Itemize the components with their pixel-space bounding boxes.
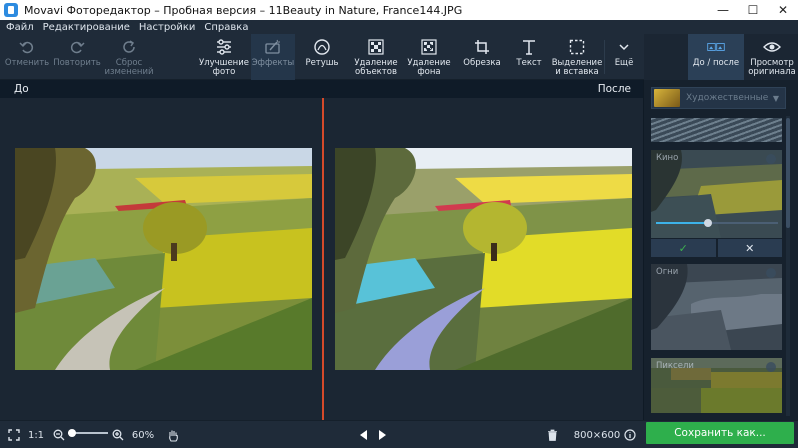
view-original-label: Просмотр оригинала bbox=[748, 58, 796, 77]
before-photo bbox=[15, 148, 312, 370]
image-dimensions: 800×600 bbox=[573, 429, 621, 441]
crop-icon bbox=[473, 38, 491, 56]
menu-settings[interactable]: Настройки bbox=[139, 22, 195, 33]
trash-icon[interactable] bbox=[544, 421, 560, 448]
text-icon bbox=[520, 38, 538, 56]
reset-icon bbox=[120, 38, 138, 56]
object-removal-button[interactable]: Удаление объектов bbox=[350, 34, 402, 80]
zoom-in-icon[interactable] bbox=[111, 421, 125, 448]
before-after-icon bbox=[707, 38, 725, 56]
object-removal-label: Удаление объектов bbox=[354, 58, 398, 77]
selection-icon bbox=[568, 38, 586, 56]
text-button[interactable]: Текст bbox=[507, 34, 551, 80]
save-as-button[interactable]: Сохранить как... bbox=[646, 422, 794, 444]
effects-label: Эффекты bbox=[251, 58, 295, 68]
effect-card-kino[interactable]: Кино bbox=[651, 150, 782, 238]
undo-icon bbox=[18, 38, 36, 56]
reset-label: Сброс изменений bbox=[104, 58, 154, 77]
more-label: Ещё bbox=[614, 58, 634, 68]
zoom-level: 60% bbox=[131, 429, 155, 441]
redo-icon bbox=[68, 38, 86, 56]
more-button[interactable]: Ещё bbox=[608, 34, 640, 80]
enhance-button[interactable]: Улучшение фото bbox=[198, 34, 250, 80]
after-label: После bbox=[597, 83, 631, 95]
minimize-button[interactable]: — bbox=[708, 0, 738, 20]
retouch-icon bbox=[313, 38, 331, 56]
close-button[interactable]: ✕ bbox=[768, 0, 798, 20]
view-mode-group: До / после Просмотр оригинала bbox=[644, 34, 798, 80]
effect-name-ogni: Огни bbox=[656, 267, 679, 277]
effects-scrollbar-thumb[interactable] bbox=[786, 118, 790, 228]
before-after-button[interactable]: До / после bbox=[688, 34, 744, 80]
magic-wand-icon bbox=[264, 38, 282, 56]
menu-bar: Файл Редактирование Настройки Справка bbox=[0, 20, 798, 34]
selection-insert-label: Выделение и вставка bbox=[551, 58, 603, 77]
compare-header: До После bbox=[0, 80, 643, 98]
sliders-icon bbox=[215, 38, 233, 56]
crop-button[interactable]: Обрезка bbox=[460, 34, 504, 80]
object-removal-icon bbox=[367, 38, 385, 56]
favorite-icon[interactable] bbox=[766, 154, 776, 164]
zoom-slider-handle[interactable] bbox=[68, 429, 76, 437]
eye-icon bbox=[763, 38, 781, 56]
before-label: До bbox=[14, 83, 29, 95]
fit-screen-icon[interactable] bbox=[4, 421, 24, 448]
maximize-button[interactable]: ☐ bbox=[738, 0, 768, 20]
previous-image-icon[interactable] bbox=[356, 421, 370, 448]
enhance-label: Улучшение фото bbox=[199, 58, 249, 77]
window-title: Movavi Фоторедактор – Пробная версия – 1… bbox=[24, 3, 463, 17]
retouch-label: Ретушь bbox=[305, 58, 339, 68]
effect-intensity-fill bbox=[656, 222, 708, 224]
effect-card-ogni[interactable]: Огни bbox=[651, 264, 782, 350]
crop-label: Обрезка bbox=[463, 58, 501, 68]
category-thumbnail bbox=[654, 89, 680, 107]
after-photo bbox=[335, 148, 632, 370]
undo-label: Отменить bbox=[4, 58, 50, 68]
hand-tool-icon[interactable] bbox=[165, 421, 181, 448]
effect-thumbnail-top[interactable] bbox=[651, 118, 782, 142]
apply-effect-button[interactable]: ✓ bbox=[651, 239, 716, 257]
app-logo-icon bbox=[4, 3, 18, 17]
text-label: Текст bbox=[516, 58, 542, 68]
zoom-out-icon[interactable] bbox=[52, 421, 66, 448]
before-after-label: До / после bbox=[692, 58, 740, 68]
chevron-down-icon bbox=[615, 38, 633, 56]
background-removal-icon bbox=[420, 38, 438, 56]
favorite-icon[interactable] bbox=[766, 362, 776, 372]
background-removal-label: Удаление фона bbox=[407, 58, 451, 77]
effect-intensity-handle[interactable] bbox=[704, 219, 712, 227]
selection-insert-button[interactable]: Выделение и вставка bbox=[552, 34, 602, 80]
retouch-button[interactable]: Ретушь bbox=[300, 34, 344, 80]
effect-name-kino: Кино bbox=[656, 153, 679, 163]
actual-size-button[interactable]: 1:1 bbox=[27, 421, 45, 448]
toolbar-separator bbox=[604, 40, 605, 74]
redo-label: Повторить bbox=[53, 58, 101, 68]
effect-category-dropdown[interactable]: Художественные ▼ bbox=[651, 87, 786, 109]
menu-help[interactable]: Справка bbox=[204, 22, 248, 33]
title-bar: Movavi Фоторедактор – Пробная версия – 1… bbox=[0, 0, 798, 20]
category-label: Художественные bbox=[686, 93, 769, 103]
info-icon[interactable] bbox=[622, 421, 638, 448]
background-removal-button[interactable]: Удаление фона bbox=[404, 34, 454, 80]
effect-name-pixels: Пиксели bbox=[656, 361, 694, 371]
cancel-effect-button[interactable]: ✕ bbox=[717, 239, 782, 257]
apply-cancel-bar: ✓ ✕ bbox=[651, 239, 782, 257]
menu-edit[interactable]: Редактирование bbox=[43, 22, 130, 33]
compare-divider[interactable] bbox=[322, 98, 324, 420]
redo-button[interactable]: Повторить bbox=[53, 34, 101, 80]
effects-button[interactable]: Эффекты bbox=[251, 34, 295, 80]
menu-file[interactable]: Файл bbox=[6, 22, 34, 33]
effect-card-pixels[interactable]: Пиксели bbox=[651, 358, 782, 413]
view-original-button[interactable]: Просмотр оригинала bbox=[746, 34, 798, 80]
next-image-icon[interactable] bbox=[375, 421, 389, 448]
favorite-icon[interactable] bbox=[766, 268, 776, 278]
chevron-down-icon: ▼ bbox=[772, 93, 779, 103]
reset-button[interactable]: Сброс изменений bbox=[104, 34, 154, 80]
undo-button[interactable]: Отменить bbox=[4, 34, 50, 80]
